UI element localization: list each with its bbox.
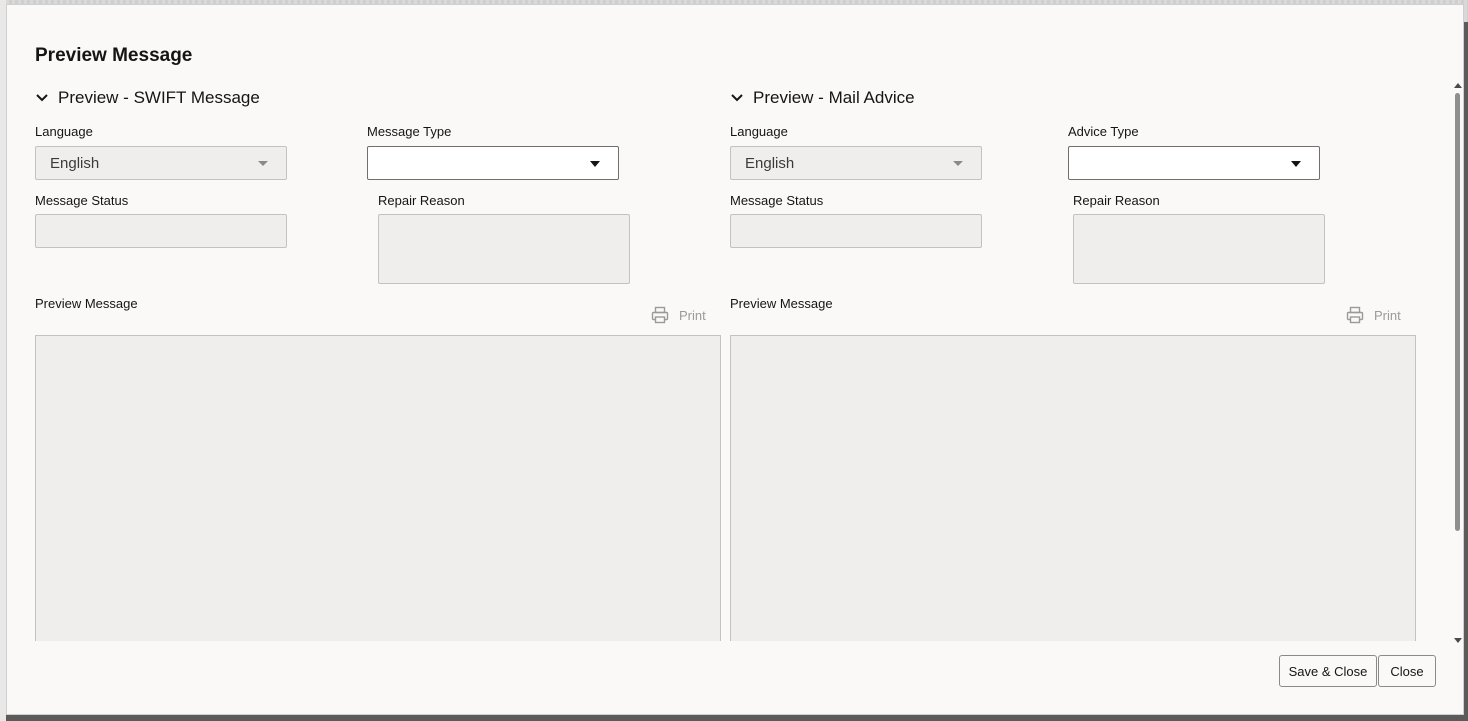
swift-message-type-select[interactable] (367, 146, 619, 180)
caret-down-icon (953, 161, 963, 166)
chevron-down-icon[interactable] (730, 91, 744, 105)
swift-preview-message-label: Preview Message (35, 296, 138, 311)
swift-language-label: Language (35, 124, 93, 139)
swift-repair-reason-field[interactable] (378, 214, 630, 284)
scroll-thumb[interactable] (1455, 93, 1460, 531)
printer-icon (1346, 306, 1364, 324)
swift-preview-message-area[interactable] (35, 335, 721, 641)
mail-repair-reason-field[interactable] (1073, 214, 1325, 284)
swift-section-header[interactable]: Preview - SWIFT Message (35, 88, 260, 108)
mail-language-value: English (745, 154, 795, 172)
swift-repair-reason-label: Repair Reason (378, 193, 465, 208)
caret-down-icon (590, 161, 600, 167)
preview-message-dialog: Preview Message Preview - SWIFT Message … (6, 4, 1464, 715)
swift-message-status-label: Message Status (35, 193, 129, 208)
mail-message-status-field[interactable] (730, 214, 982, 248)
mail-section-title: Preview - Mail Advice (753, 88, 915, 107)
mail-preview-message-area[interactable] (730, 335, 1416, 641)
caret-down-icon (258, 161, 268, 166)
swift-language-select[interactable]: English (35, 146, 287, 180)
mail-section-header[interactable]: Preview - Mail Advice (730, 88, 915, 108)
mail-language-label: Language (730, 124, 788, 139)
mail-advice-type-label: Advice Type (1068, 124, 1139, 139)
chevron-down-icon[interactable] (35, 91, 49, 105)
scroll-up-arrow-icon[interactable] (1454, 83, 1462, 88)
swift-message-type-label: Message Type (367, 124, 452, 139)
mail-message-status-label: Message Status (730, 193, 824, 208)
mail-repair-reason-label: Repair Reason (1073, 193, 1160, 208)
mail-print-label: Print (1374, 307, 1401, 323)
save-and-close-button[interactable]: Save & Close (1279, 655, 1377, 687)
close-button[interactable]: Close (1378, 655, 1436, 687)
swift-print-button[interactable]: Print (651, 306, 706, 324)
dialog-scrollbar[interactable] (1453, 83, 1463, 643)
mail-language-select[interactable]: English (730, 146, 982, 180)
mail-print-button[interactable]: Print (1346, 306, 1401, 324)
swift-language-value: English (50, 154, 100, 172)
swift-print-label: Print (679, 307, 706, 323)
printer-icon (651, 306, 669, 324)
caret-down-icon (1291, 161, 1301, 167)
swift-message-status-field[interactable] (35, 214, 287, 248)
swift-section-title: Preview - SWIFT Message (58, 88, 260, 107)
mail-advice-type-select[interactable] (1068, 146, 1320, 180)
dialog-title: Preview Message (35, 45, 193, 66)
mail-preview-message-label: Preview Message (730, 296, 833, 311)
scroll-down-arrow-icon[interactable] (1454, 638, 1462, 643)
